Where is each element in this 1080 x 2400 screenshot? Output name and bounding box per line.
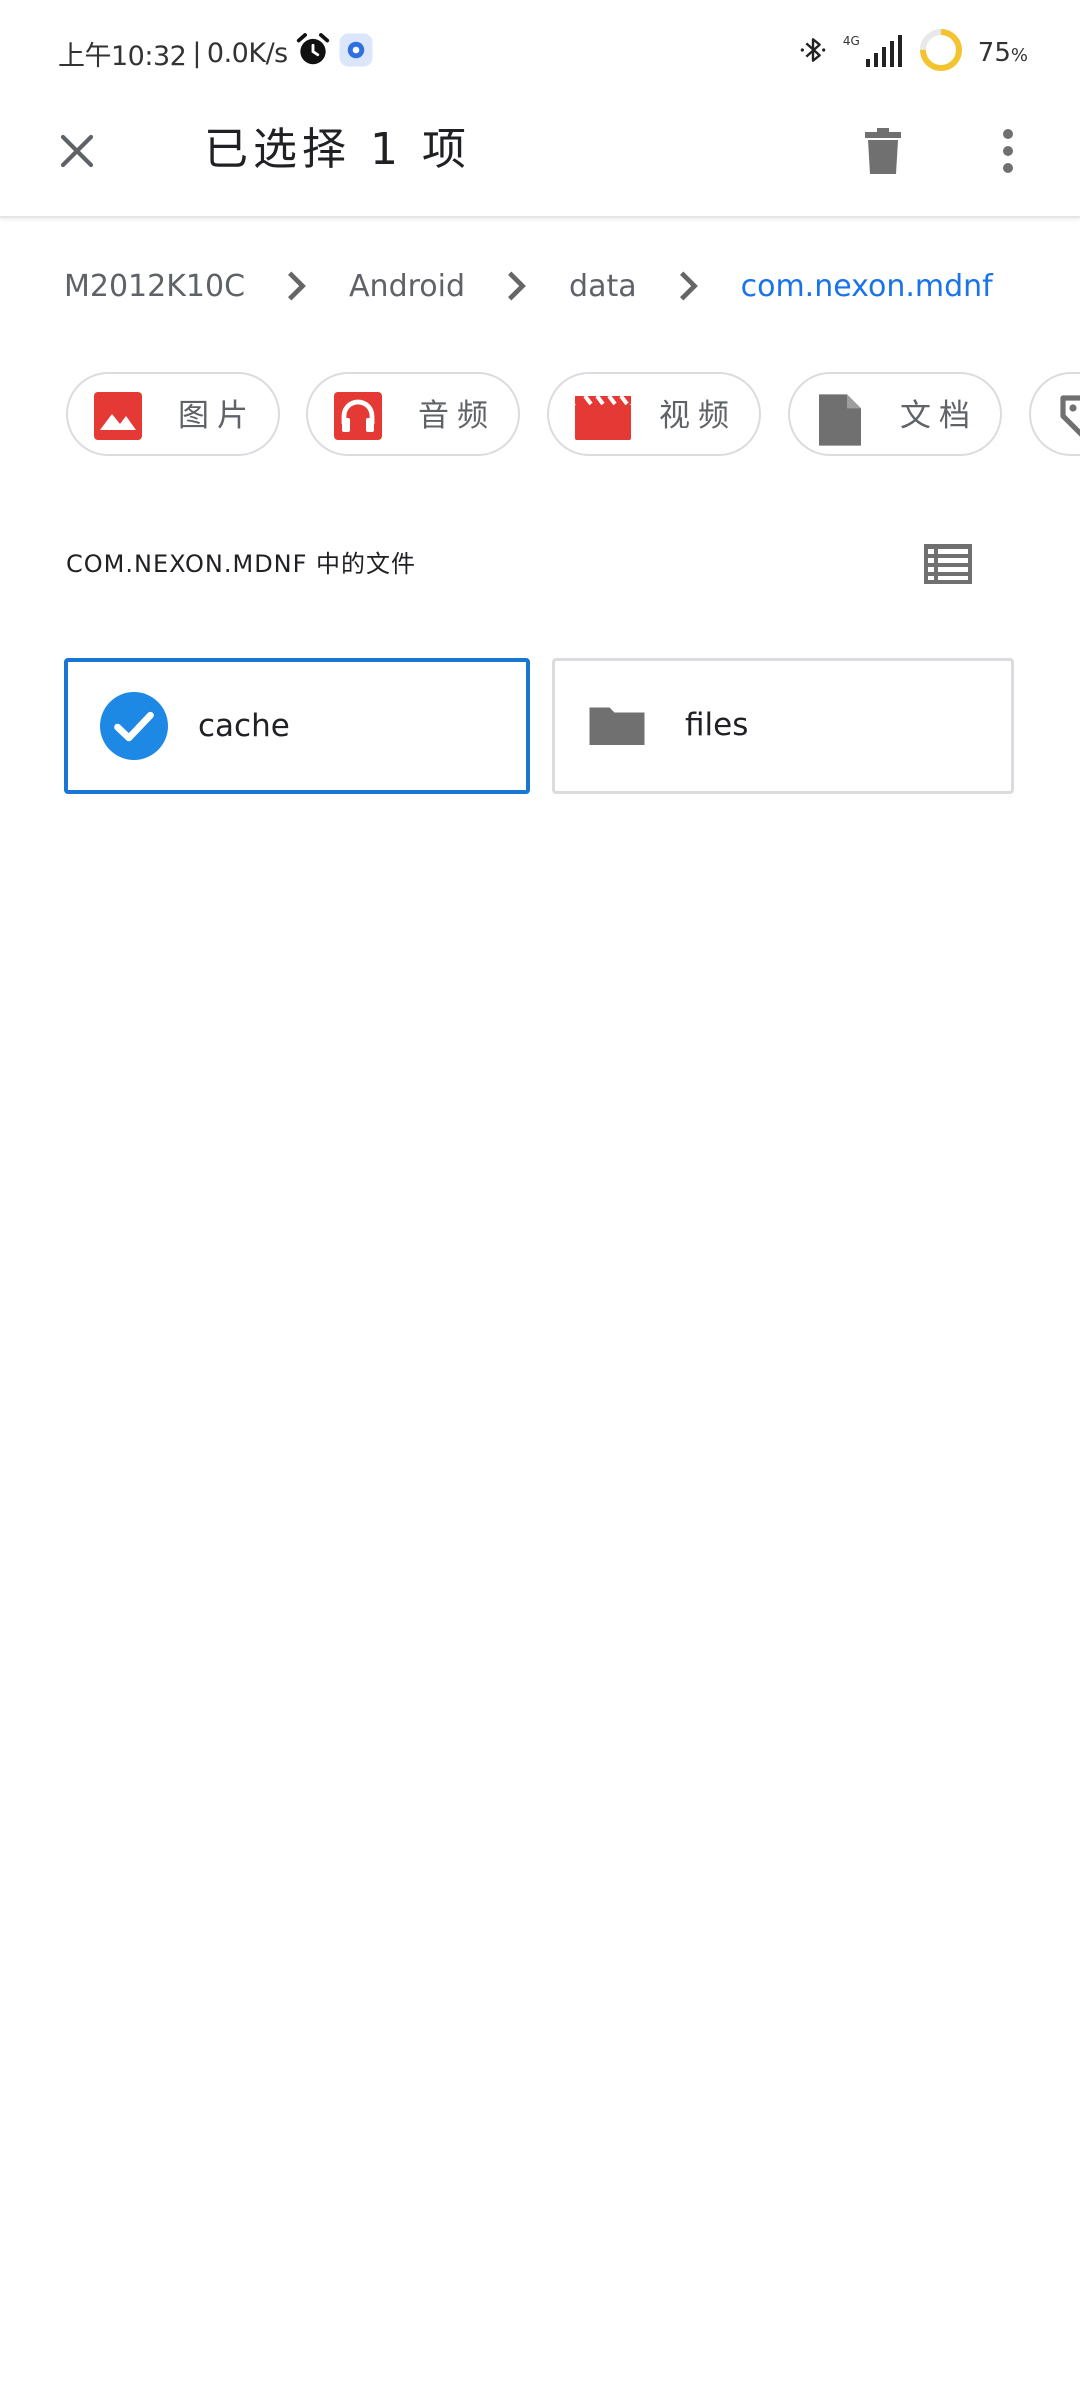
alarm-icon [294, 31, 332, 76]
status-separator: | [192, 37, 201, 69]
trash-icon [863, 126, 903, 180]
status-right: 4G 75% [797, 28, 1028, 76]
close-icon [56, 130, 98, 176]
more-vertical-icon [1001, 127, 1015, 179]
chip-video-label: 视频 [659, 398, 737, 434]
delete-button[interactable] [852, 120, 914, 186]
network-type-label: 4G [842, 34, 860, 48]
category-chips: 图片 音频 视频 文档 [66, 372, 1080, 462]
chip-documents-label: 文档 [900, 398, 978, 434]
movie-icon [575, 392, 631, 440]
image-icon [94, 392, 142, 440]
folder-icon [587, 691, 655, 759]
headphones-icon [334, 392, 382, 440]
folder-name: files [685, 707, 749, 743]
chip-audio-label: 音频 [418, 398, 496, 434]
battery-ring-icon [918, 27, 964, 80]
breadcrumb-item-device[interactable]: M2012K10C [64, 269, 245, 304]
chip-audio[interactable]: 音频 [306, 372, 520, 456]
app-notification-icon [338, 32, 374, 75]
chip-documents[interactable]: 文档 [788, 372, 1002, 456]
close-selection-button[interactable] [46, 122, 108, 184]
top-app-bar: 已选择 1 项 [0, 100, 1080, 218]
signal-icon [864, 33, 904, 74]
status-bar: 上午10:32 | 0.0K/s 4G 75% [0, 0, 1080, 100]
breadcrumb-item-android[interactable]: Android [349, 269, 465, 304]
breadcrumb-item-current[interactable]: com.nexon.mdnf [741, 269, 993, 304]
chip-images-label: 图片 [178, 398, 256, 434]
selection-count-title: 已选择 1 项 [204, 124, 471, 175]
status-net-speed: 0.0K/s [206, 37, 288, 69]
section-title: COM.NEXON.MDNF 中的文件 [66, 550, 417, 578]
chevron-right-icon [501, 266, 533, 306]
more-options-button[interactable] [980, 120, 1036, 186]
battery-percent-unit: % [1010, 45, 1028, 66]
breadcrumb: M2012K10C Android data com.nexon.mdnf [64, 256, 993, 316]
battery-percent: 75% [978, 38, 1028, 68]
battery-percent-value: 75 [977, 38, 1011, 68]
bluetooth-icon [797, 32, 829, 75]
chevron-right-icon [673, 266, 705, 306]
folder-item-files[interactable]: files [552, 658, 1014, 794]
folder-name: cache [198, 708, 290, 744]
document-icon [816, 392, 864, 446]
chip-more[interactable] [1029, 372, 1080, 456]
chip-video[interactable]: 视频 [547, 372, 761, 456]
chevron-right-icon [281, 266, 313, 306]
breadcrumb-item-data[interactable]: data [569, 269, 637, 304]
list-view-icon [924, 544, 972, 588]
status-left: 上午10:32 | 0.0K/s [58, 30, 374, 76]
folder-item-cache[interactable]: cache [64, 658, 530, 794]
tag-icon [1057, 392, 1080, 440]
chip-images[interactable]: 图片 [66, 372, 280, 456]
status-time: 上午10:32 [58, 40, 187, 72]
check-circle-icon [100, 692, 168, 760]
view-toggle-button[interactable] [918, 538, 978, 594]
